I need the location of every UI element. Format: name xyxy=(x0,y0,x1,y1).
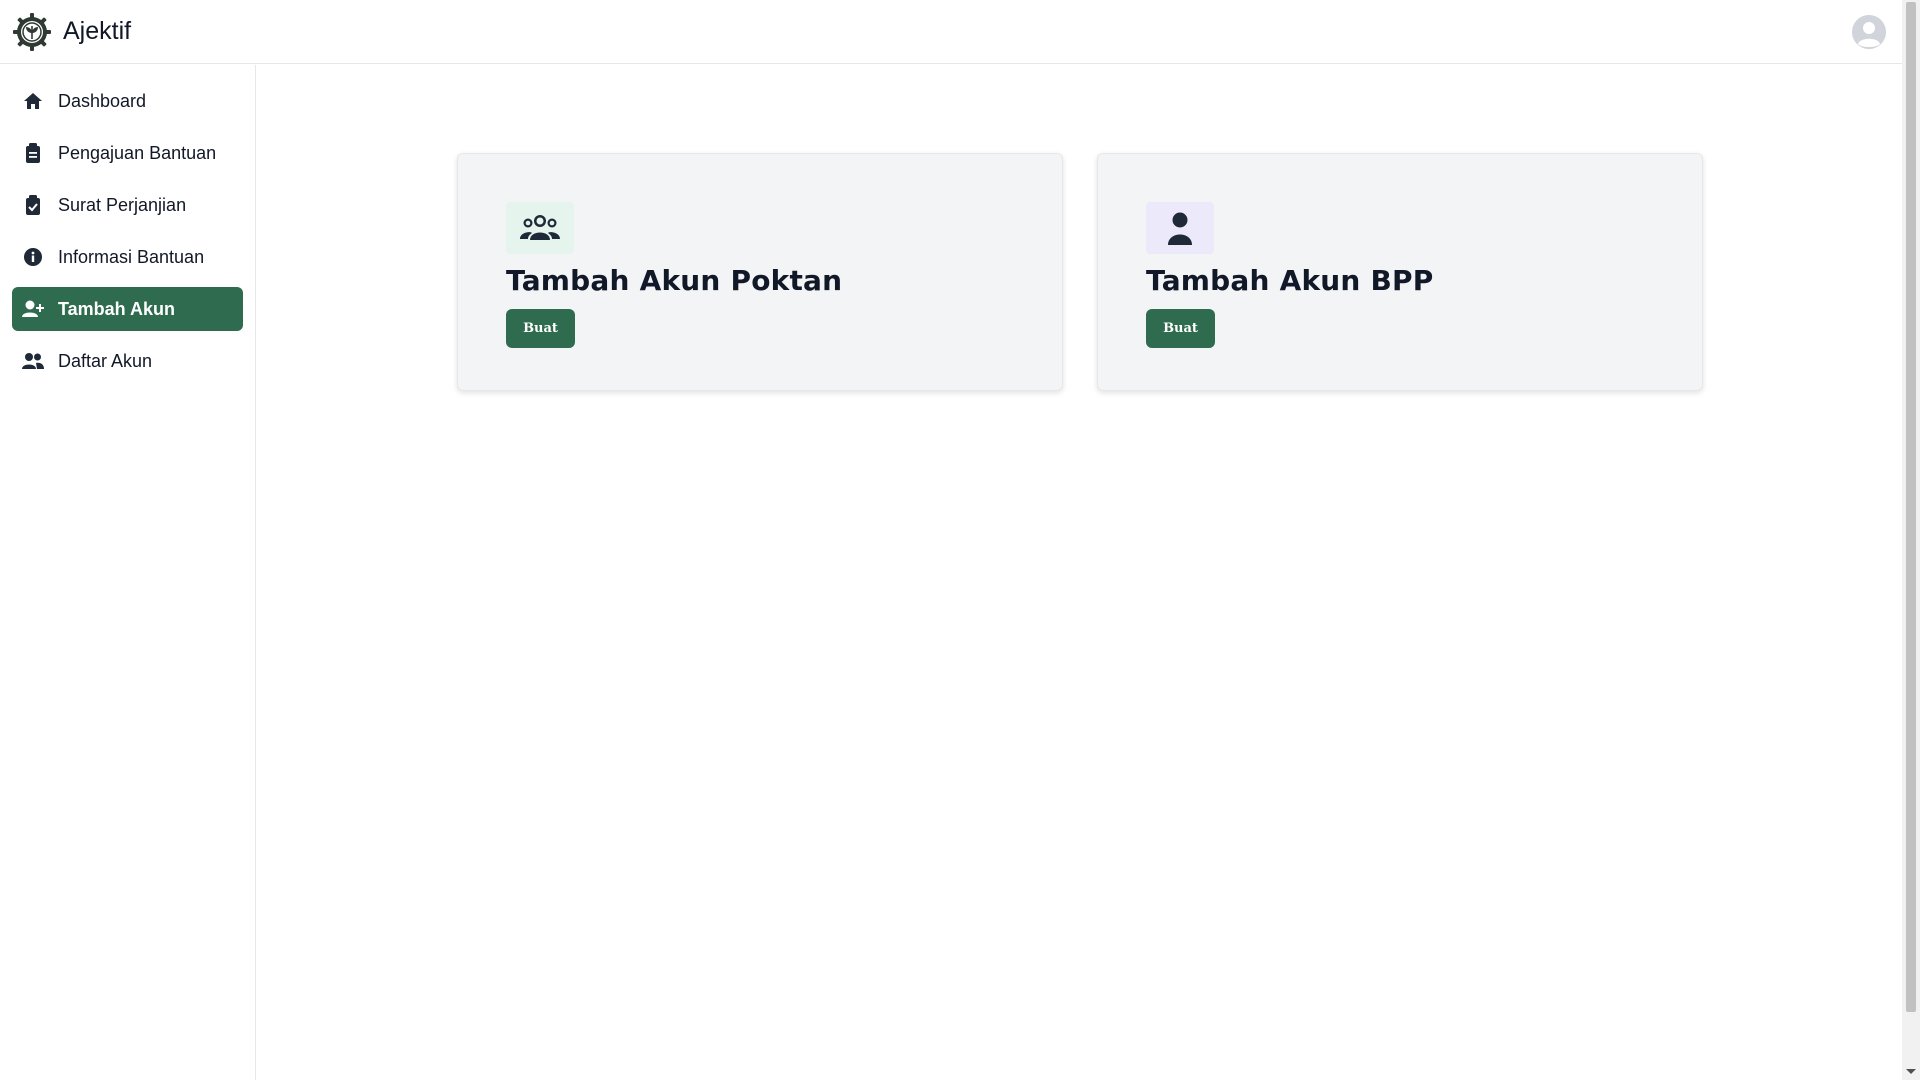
card-tambah-akun-bpp: Tambah Akun BPP Buat xyxy=(1097,153,1703,391)
sidebar-item-label: Tambah Akun xyxy=(58,298,176,319)
card-tambah-akun-poktan: Tambah Akun Poktan Buat xyxy=(457,153,1063,391)
clipboard-icon xyxy=(22,142,44,164)
gear-leaf-logo-icon xyxy=(12,12,52,52)
sidebar-item-label: Pengajuan Bantuan xyxy=(58,142,217,163)
user-avatar-icon[interactable] xyxy=(1852,14,1886,49)
user-icon xyxy=(1146,202,1214,254)
clipboard-check-icon xyxy=(22,194,44,216)
app-name: Ajektif xyxy=(63,17,132,45)
sidebar-item-label: Daftar Akun xyxy=(58,350,153,371)
user-plus-icon xyxy=(22,298,44,320)
sidebar-item-surat-perjanjian[interactable]: Surat Perjanjian xyxy=(12,183,243,227)
buat-bpp-button[interactable]: Buat xyxy=(1146,309,1215,348)
brand[interactable]: Ajektif xyxy=(12,12,131,52)
main-content: Tambah Akun Poktan Buat Tambah Akun BPP … xyxy=(257,65,1902,1080)
sidebar-item-label: Surat Perjanjian xyxy=(58,194,187,215)
sidebar-item-label: Informasi Bantuan xyxy=(58,246,205,267)
info-icon xyxy=(22,246,44,268)
scrollbar-thumb[interactable] xyxy=(1906,2,1916,1012)
user-group-icon xyxy=(506,202,574,254)
sidebar-item-daftar-akun[interactable]: Daftar Akun xyxy=(12,339,243,383)
card-title: Tambah Akun Poktan xyxy=(506,264,843,297)
buat-poktan-button[interactable]: Buat xyxy=(506,309,575,348)
sidebar-item-pengajuan-bantuan[interactable]: Pengajuan Bantuan xyxy=(12,131,243,175)
sidebar-item-label: Dashboard xyxy=(58,90,147,111)
card-title: Tambah Akun BPP xyxy=(1146,264,1434,297)
sidebar-item-tambah-akun[interactable]: Tambah Akun xyxy=(12,287,243,331)
vertical-scrollbar[interactable] xyxy=(1902,0,1920,1080)
sidebar: Dashboard Pengajuan Bantuan Surat Perjan… xyxy=(0,65,256,1080)
sidebar-item-dashboard[interactable]: Dashboard xyxy=(12,79,243,123)
home-icon xyxy=(22,90,44,112)
users-icon xyxy=(22,350,44,372)
sidebar-item-informasi-bantuan[interactable]: Informasi Bantuan xyxy=(12,235,243,279)
scroll-down-icon[interactable] xyxy=(1906,1069,1916,1074)
top-navbar: Ajektif xyxy=(0,0,1902,64)
